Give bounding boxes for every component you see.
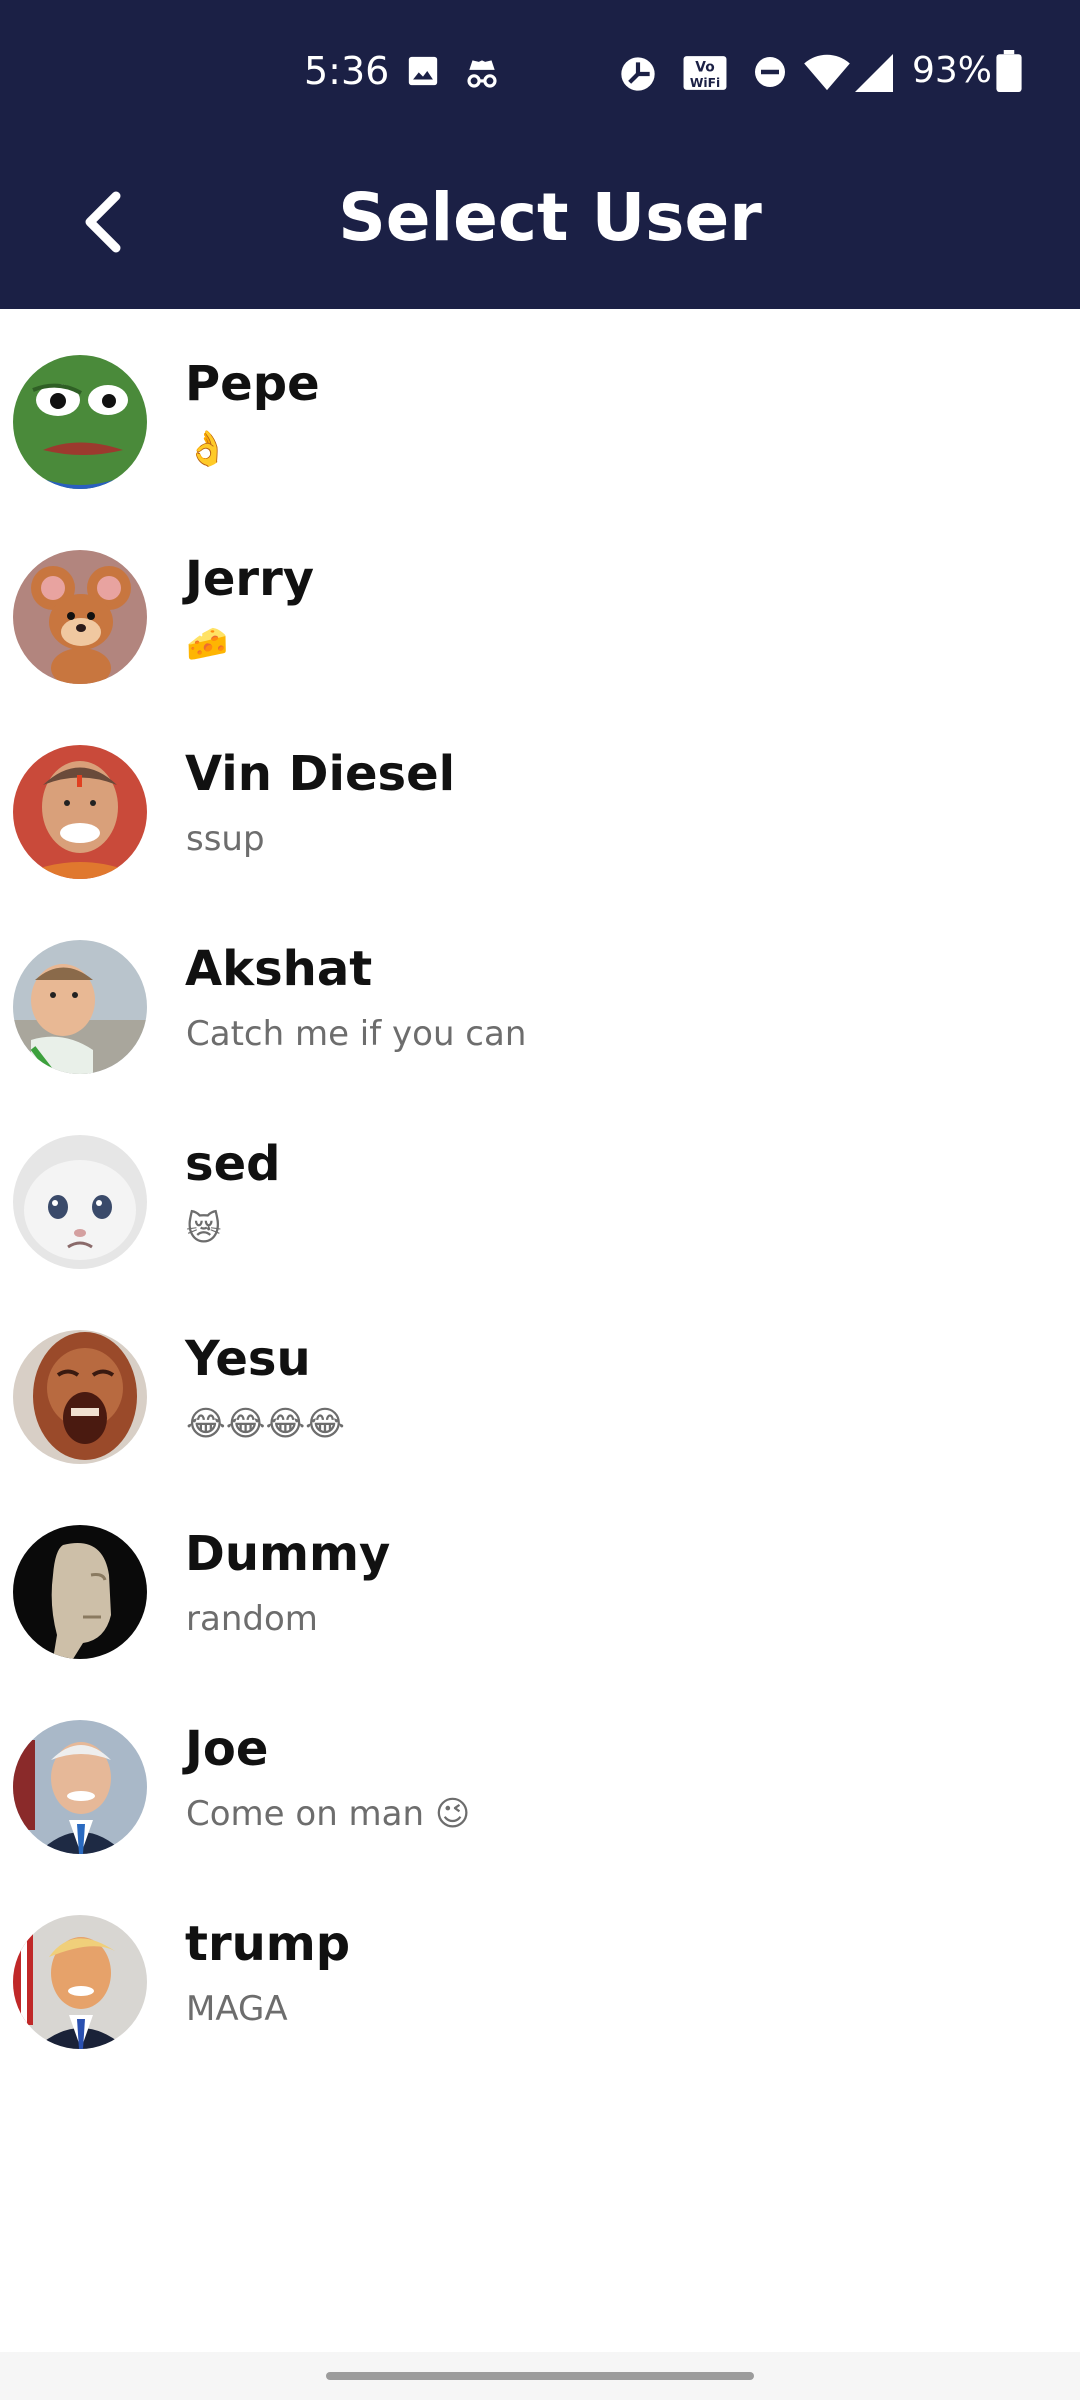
vowifi-icon: Vo WiFi (682, 54, 728, 90)
user-status: 😿 (186, 1209, 222, 1249)
user-name: Jerry (185, 551, 315, 607)
user-status: 👌 (186, 429, 229, 469)
user-row-trump[interactable]: trump MAGA (0, 1869, 1080, 2064)
avatar (13, 1720, 147, 1854)
avatar (13, 1525, 147, 1659)
avatar (13, 745, 147, 879)
incognito-icon (462, 54, 502, 90)
user-status: random (186, 1599, 318, 1639)
user-status: 😂😂😂😂 (186, 1404, 345, 1444)
user-name: Pepe (185, 356, 320, 412)
user-status: MAGA (186, 1989, 288, 2029)
avatar (13, 1330, 147, 1464)
battery-percent: 93% (912, 50, 993, 91)
signal-icon (854, 54, 894, 92)
app-bar: Select User (0, 142, 1080, 309)
status-time: 5:36 (304, 49, 390, 93)
svg-text:Vo: Vo (695, 59, 714, 75)
avatar (13, 1135, 147, 1269)
user-row-pepe[interactable]: Pepe 👌 (0, 309, 1080, 504)
user-row-joe[interactable]: Joe Come on man 😉 (0, 1674, 1080, 1869)
wifi-icon (804, 54, 850, 91)
user-row-jerry[interactable]: Jerry 🧀 (0, 504, 1080, 699)
user-status: ssup (186, 819, 265, 859)
user-name: Vin Diesel (185, 746, 456, 802)
user-status: Come on man 😉 (186, 1794, 471, 1834)
user-name: sed (185, 1136, 281, 1192)
user-status: Catch me if you can (186, 1014, 527, 1054)
user-name: Dummy (185, 1526, 391, 1582)
user-name: Akshat (185, 941, 373, 997)
avatar (13, 550, 147, 684)
status-bar: 5:36 Vo WiFi 93% (0, 0, 1080, 142)
page-title: Select User (338, 179, 762, 256)
image-icon (406, 54, 440, 90)
user-row-akshat[interactable]: Akshat Catch me if you can (0, 894, 1080, 1089)
svg-text:WiFi: WiFi (690, 76, 720, 90)
avatar (13, 1915, 147, 2049)
avatar (13, 940, 147, 1074)
home-indicator[interactable] (326, 2372, 754, 2380)
data-saver-icon (618, 54, 658, 91)
user-name: trump (185, 1916, 351, 1972)
user-list: Pepe 👌 Jerry 🧀 Vin Diesel ssup Akshat Ca… (0, 309, 1080, 2064)
user-row-dummy[interactable]: Dummy random (0, 1479, 1080, 1674)
dnd-icon (752, 54, 788, 90)
user-name: Yesu (185, 1331, 311, 1387)
user-row-yesu[interactable]: Yesu 😂😂😂😂 (0, 1284, 1080, 1479)
user-status: 🧀 (186, 624, 229, 664)
user-name: Joe (185, 1721, 269, 1777)
user-row-vin-diesel[interactable]: Vin Diesel ssup (0, 699, 1080, 894)
battery-icon (996, 50, 1022, 92)
user-row-sed[interactable]: sed 😿 (0, 1089, 1080, 1284)
avatar (13, 355, 147, 489)
top-app-bar-background: 5:36 Vo WiFi 93% Select User (0, 0, 1080, 309)
